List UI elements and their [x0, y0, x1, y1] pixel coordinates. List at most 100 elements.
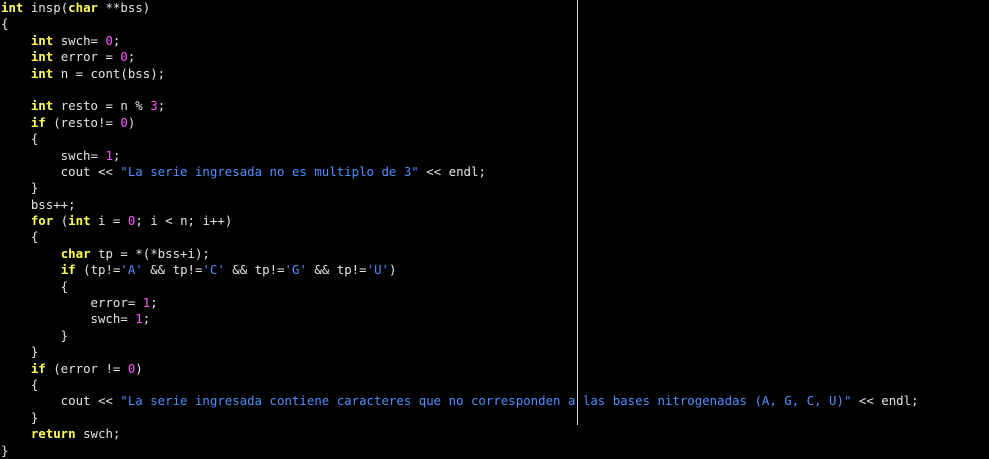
code-line[interactable]: error= 1; [1, 295, 919, 311]
code-text: } [1, 409, 39, 425]
code-line[interactable]: if (resto!= 0) [1, 115, 919, 131]
code-line[interactable] [1, 82, 919, 98]
type-keyword: int [68, 213, 91, 229]
code-text: (tp!= [75, 262, 121, 278]
code-text: { [1, 278, 69, 294]
code-text: bss++; [1, 196, 76, 212]
code-line[interactable]: int resto = n % 3; [1, 98, 919, 114]
code-line[interactable]: } [1, 443, 919, 459]
code-line[interactable]: char tp = *(*bss+i); [1, 246, 919, 262]
code-text: tp = *(*bss+i); [90, 245, 210, 261]
code-text: ) [135, 360, 143, 376]
code-text: } [1, 344, 39, 360]
code-line[interactable]: } [1, 328, 919, 344]
code-text: && tp!= [306, 262, 367, 278]
code-text: ; [150, 295, 158, 311]
code-text: error= [1, 295, 143, 311]
code-line[interactable]: int n = cont(bss); [1, 66, 919, 82]
string-literal: 'G' [284, 262, 307, 278]
number-literal: 3 [150, 98, 158, 114]
code-text: && tp!= [142, 262, 203, 278]
code-line[interactable]: cout << "La serie ingresada contiene car… [1, 393, 919, 409]
code-text: swch= [1, 147, 106, 163]
code-text: { [1, 229, 39, 245]
code-line[interactable]: if (tp!='A' && tp!='C' && tp!='G' && tp!… [1, 262, 919, 278]
code-line[interactable]: if (error != 0) [1, 361, 919, 377]
code-line[interactable]: { [1, 16, 919, 32]
code-line[interactable]: } [1, 410, 919, 426]
number-literal: 1 [105, 147, 113, 163]
code-line[interactable]: { [1, 279, 919, 295]
type-keyword: int [30, 65, 54, 81]
code-text: && tp!= [224, 262, 285, 278]
keyword: if [60, 262, 76, 278]
code-text: } [1, 180, 39, 196]
code-text: { [1, 131, 39, 147]
code-text: i = [90, 213, 128, 229]
code-line[interactable]: cout << "La serie ingresada no es multip… [1, 164, 919, 180]
code-editor[interactable]: int insp(char **bss){ int swch= 0; int e… [0, 0, 989, 458]
type-keyword: int [30, 98, 54, 114]
type-keyword: int [30, 32, 54, 48]
code-text: { [1, 376, 39, 392]
string-literal: 'U' [366, 262, 389, 278]
string-literal: 'C' [202, 262, 225, 278]
code-text: swch; [75, 426, 121, 442]
code-text: resto = n % [53, 98, 151, 114]
code-line[interactable]: int insp(char **bss) [1, 0, 919, 16]
code-text: << endl; [851, 393, 919, 409]
keyword: if [30, 360, 46, 376]
number-literal: 1 [135, 311, 143, 327]
code-line[interactable]: { [1, 377, 919, 393]
code-line[interactable]: } [1, 180, 919, 196]
code-line[interactable]: } [1, 344, 919, 360]
code-line[interactable]: bss++; [1, 197, 919, 213]
keyword: return [30, 426, 76, 442]
code-line[interactable]: for (int i = 0; i < n; i++) [1, 213, 919, 229]
number-literal: 0 [105, 32, 113, 48]
code-text: ; [157, 98, 166, 114]
code-line[interactable]: swch= 1; [1, 148, 919, 164]
code-text: (resto!= [45, 114, 121, 130]
code-text: } [1, 442, 9, 458]
code-text: cout << [1, 163, 121, 179]
type-keyword: int [30, 49, 54, 65]
code-line[interactable]: swch= 1; [1, 311, 919, 327]
code-text: swch= [1, 311, 136, 327]
code-text: error = [53, 49, 121, 65]
code-text: ; [112, 147, 121, 163]
code-line[interactable]: { [1, 131, 919, 147]
code-text: ; [112, 32, 121, 48]
code-text: ; [142, 311, 151, 327]
code-text: { [1, 16, 9, 32]
code-area[interactable]: int insp(char **bss){ int swch= 0; int e… [1, 0, 919, 459]
code-line[interactable]: return swch; [1, 426, 919, 442]
code-text: cout << [1, 393, 121, 409]
string-literal: "La serie ingresada contiene caracteres … [120, 393, 852, 409]
code-text: **bss) [98, 0, 151, 15]
code-line[interactable]: int swch= 0; [1, 33, 919, 49]
string-literal: 'A' [120, 262, 143, 278]
string-literal: "La serie ingresada no es multiplo de 3" [120, 163, 419, 179]
type-keyword: char [60, 245, 91, 261]
code-text: ) [389, 262, 397, 278]
type-keyword: int [1, 0, 24, 15]
code-text: (error != [45, 360, 128, 376]
keyword: if [30, 114, 46, 130]
code-text: << endl; [418, 163, 486, 179]
code-text: n = cont(bss); [53, 65, 166, 81]
code-text: ; [127, 49, 136, 65]
code-line[interactable]: { [1, 229, 919, 245]
code-line[interactable]: int error = 0; [1, 49, 919, 65]
code-text: } [1, 327, 69, 343]
column-ruler [577, 0, 578, 425]
